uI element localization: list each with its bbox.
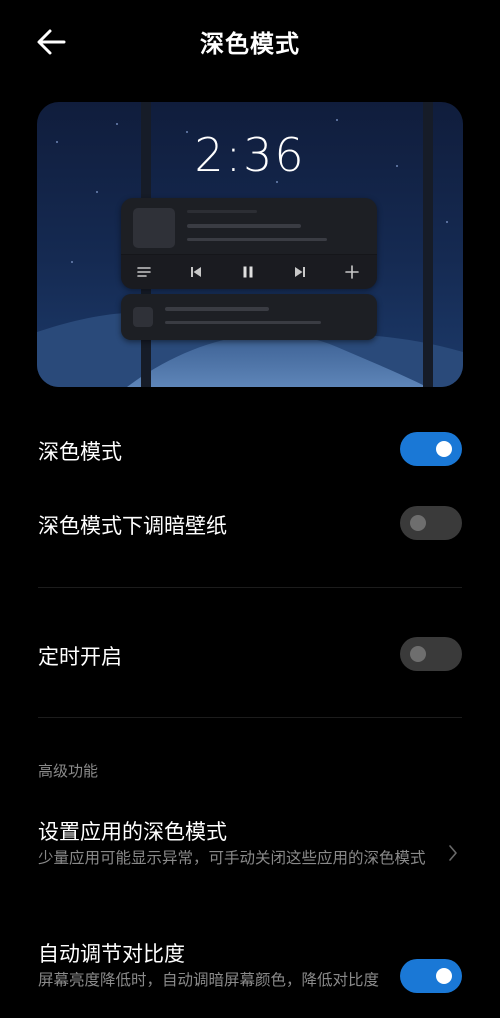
placeholder-line bbox=[165, 307, 269, 311]
placeholder-line bbox=[187, 224, 301, 228]
placeholder-line bbox=[187, 238, 327, 241]
app-dark-mode-description: 少量应用可能显示异常，可手动关闭这些应用的深色模式 bbox=[38, 849, 426, 867]
dark-mode-label: 深色模式 bbox=[38, 440, 122, 464]
section-title-advanced: 高级功能 bbox=[38, 762, 99, 780]
previous-icon bbox=[191, 267, 201, 277]
scheduled-label: 定时开启 bbox=[38, 645, 122, 669]
dim-wallpaper-toggle[interactable] bbox=[400, 506, 462, 540]
toggle-knob bbox=[436, 968, 452, 984]
playlist-icon bbox=[137, 267, 151, 277]
auto-contrast-description: 屏幕亮度降低时，自动调暗屏幕颜色，降低对比度 bbox=[38, 971, 380, 989]
dim-wallpaper-row[interactable]: 深色模式下调暗壁纸 bbox=[38, 506, 462, 540]
placeholder-line bbox=[187, 210, 257, 213]
auto-contrast-row[interactable]: 自动调节对比度 屏幕亮度降低时，自动调暗屏幕颜色，降低对比度 bbox=[38, 938, 462, 1018]
page-title: 深色模式 bbox=[200, 30, 300, 58]
divider bbox=[38, 717, 462, 718]
dark-mode-toggle[interactable] bbox=[400, 432, 462, 466]
app-dark-mode-label: 设置应用的深色模式 bbox=[38, 820, 227, 844]
music-widget-preview bbox=[121, 198, 377, 289]
toggle-knob bbox=[410, 515, 426, 531]
scheduled-row[interactable]: 定时开启 bbox=[38, 637, 462, 671]
notification-icon-placeholder bbox=[133, 307, 153, 327]
toggle-knob bbox=[436, 441, 452, 457]
dark-mode-preview: 2:36 bbox=[37, 102, 463, 387]
scheduled-toggle[interactable] bbox=[400, 637, 462, 671]
dim-wallpaper-label: 深色模式下调暗壁纸 bbox=[38, 514, 227, 538]
chevron-right-icon bbox=[449, 845, 457, 861]
pause-icon bbox=[243, 266, 253, 278]
dark-mode-row[interactable]: 深色模式 bbox=[38, 432, 462, 466]
music-controls bbox=[121, 254, 377, 289]
next-icon bbox=[295, 267, 305, 277]
divider bbox=[38, 587, 462, 588]
app-dark-mode-row[interactable]: 设置应用的深色模式 少量应用可能显示异常，可手动关闭这些应用的深色模式 bbox=[38, 816, 462, 896]
auto-contrast-toggle[interactable] bbox=[400, 959, 462, 993]
auto-contrast-label: 自动调节对比度 bbox=[38, 942, 185, 966]
placeholder-line bbox=[165, 321, 321, 324]
add-icon bbox=[345, 265, 359, 279]
toggle-knob bbox=[410, 646, 426, 662]
album-art-placeholder bbox=[133, 208, 175, 248]
app-header: 深色模式 bbox=[0, 0, 500, 84]
preview-clock: 2:36 bbox=[194, 128, 306, 182]
notification-preview bbox=[121, 294, 377, 340]
